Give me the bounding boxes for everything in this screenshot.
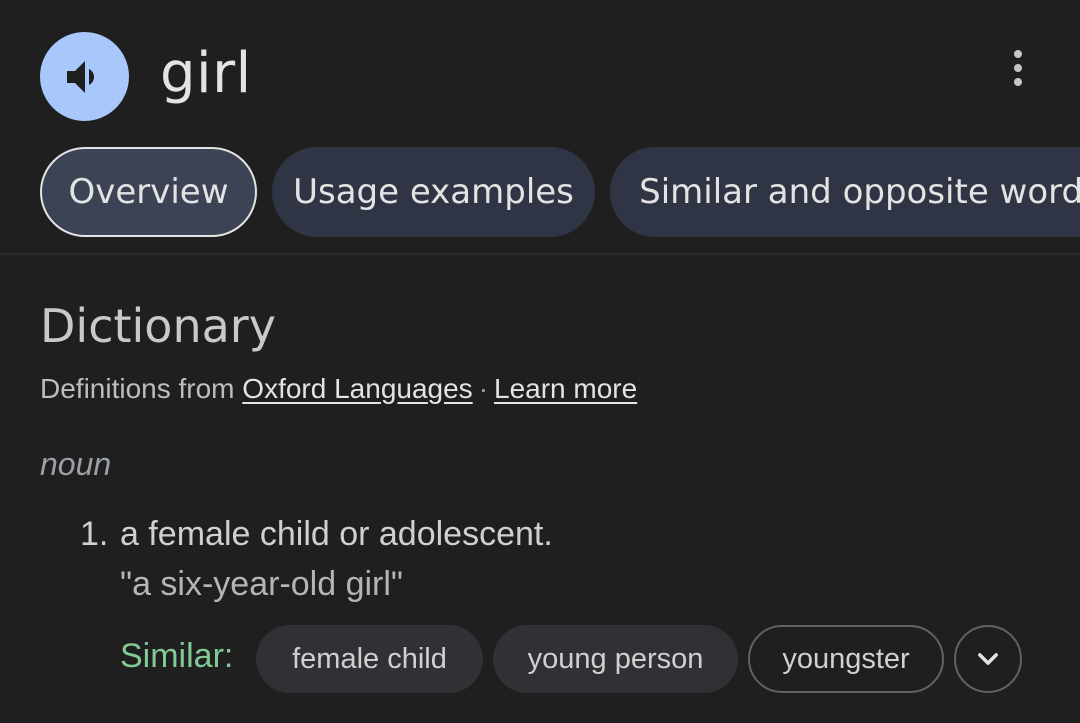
similar-label: Similar: xyxy=(120,637,234,675)
source-line: Definitions from Oxford Languages · Learn … xyxy=(40,370,637,408)
similar-chip-female-child[interactable]: female child xyxy=(256,625,483,693)
learn-more-link[interactable]: Learn more xyxy=(494,373,637,404)
similar-chip-youngster[interactable]: youngster xyxy=(748,625,944,693)
tab-overview[interactable]: Overview xyxy=(40,147,257,237)
tab-bar: Overview Usage examples Similar and oppo… xyxy=(40,147,1080,237)
tab-usage-examples[interactable]: Usage examples xyxy=(272,147,595,237)
word-header: girl xyxy=(0,0,1080,140)
definition-number: 1. xyxy=(80,515,109,553)
chevron-down-icon xyxy=(978,653,998,665)
tab-similar-opposite-words[interactable]: Similar and opposite words xyxy=(610,147,1080,237)
source-prefix: Definitions from xyxy=(40,373,235,404)
divider xyxy=(0,253,1080,255)
volume-up-icon xyxy=(66,60,94,93)
separator: · xyxy=(478,373,489,404)
expand-similar-button[interactable] xyxy=(954,625,1022,693)
definition-text: a female child or adolescent. xyxy=(120,515,553,553)
oxford-languages-link[interactable]: Oxford Languages xyxy=(242,373,472,404)
part-of-speech: noun xyxy=(40,446,112,482)
more-vert-icon[interactable] xyxy=(1000,46,1036,90)
definition-example: "a six-year-old girl" xyxy=(120,565,403,603)
pronunciation-button[interactable] xyxy=(40,32,129,121)
dictionary-page: girl Overview Usage examples Similar and… xyxy=(0,0,1080,723)
similar-chip-young-person[interactable]: young person xyxy=(493,625,738,693)
section-title: Dictionary xyxy=(40,299,276,353)
word-title: girl xyxy=(160,41,252,106)
